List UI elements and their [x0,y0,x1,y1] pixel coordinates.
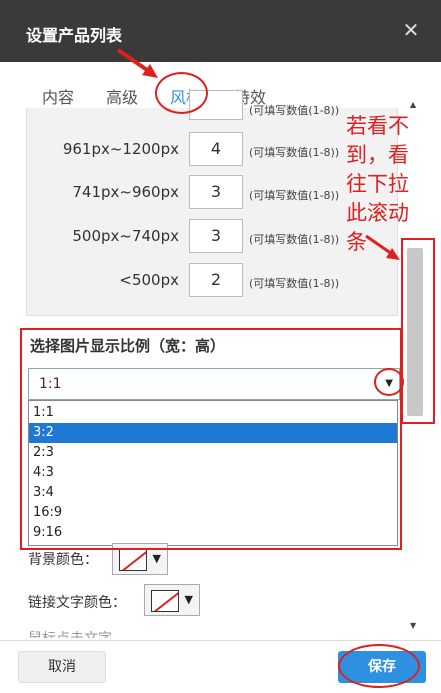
row-label-961-1200: 961px~1200px [62,140,179,158]
tab-advanced[interactable]: 高级 [106,84,138,108]
hint-961-1200: (可填写数值(1-8)) [249,146,340,159]
hint-741-960: (可填写数值(1-8)) [249,189,340,202]
cancel-button[interactable]: 取消 [18,651,106,683]
annotation-circle-dropdown [374,368,404,396]
columns-input-741-960[interactable]: 3 [189,175,243,209]
annotation-text: 若看不到，看往下拉此滚动条 [346,114,409,254]
partial-hint: (可填写数值(1-8)) [249,104,340,117]
columns-input-under-500[interactable]: 2 [189,263,243,297]
columns-input-500-740[interactable]: 3 [189,219,243,253]
link-color-picker[interactable]: ▼ [144,584,200,616]
next-row-partial: 鼠标点击文字 [28,628,112,638]
link-color-label: 链接文字颜色： [28,595,126,611]
annotation-circle-save [338,644,420,688]
scroll-down-icon[interactable]: ▼ [410,621,416,630]
bg-color-label: 背景颜色： [28,552,98,568]
annotation-circle-style-tab [155,72,208,114]
close-icon[interactable]: ✕ [401,20,421,40]
tab-content[interactable]: 内容 [42,84,74,108]
chevron-down-icon: ▼ [184,593,193,606]
columns-panel: (可填写数值(1-8)) 961px~1200px 4 (可填写数值(1-8))… [26,90,398,316]
annotation-rect-scrollbar [401,238,435,424]
no-color-icon [151,590,179,612]
hint-under-500: (可填写数值(1-8)) [249,277,340,290]
chevron-down-icon: ▼ [152,552,161,565]
row-label-500-740: 500px~740px [72,227,179,245]
hint-500-740: (可填写数值(1-8)) [249,233,340,246]
columns-input-961-1200[interactable]: 4 [189,132,243,166]
row-label-741-960: 741px~960px [72,183,179,201]
annotation-rect-ratio [20,328,402,550]
product-list-dialog: 设置产品列表 ✕ 内容 高级 风格 特效 (可填写数值(1-8)) 961px~… [0,0,441,693]
no-color-icon [119,549,147,571]
dialog-title: 设置产品列表 [26,26,123,45]
row-label-under-500: <500px [119,271,179,289]
scroll-up-icon[interactable]: ▲ [410,100,416,109]
dialog-titlebar: 设置产品列表 ✕ [0,0,441,62]
arrow-head-style-tab [142,64,158,78]
